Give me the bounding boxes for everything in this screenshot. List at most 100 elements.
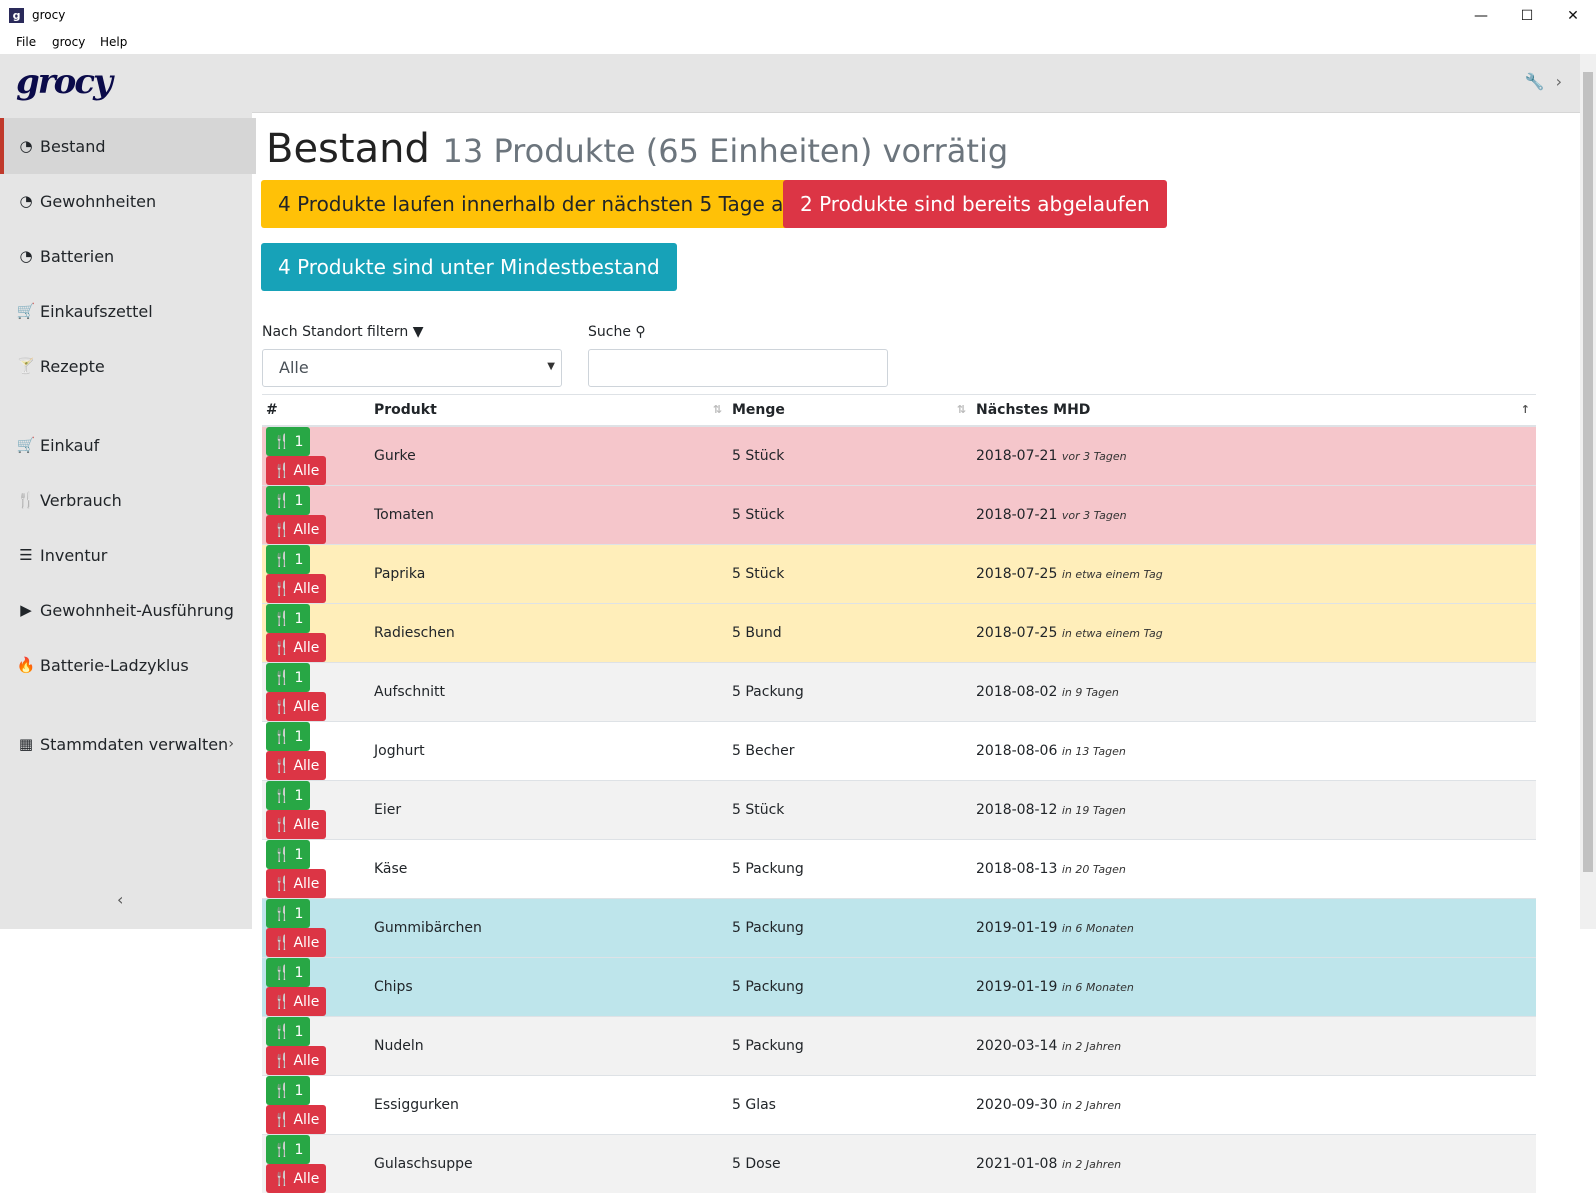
sidebar-item-label: Batterie-Ladzyklus <box>40 656 189 675</box>
table-row: 🍴1🍴AlleEier5 Stück2018-08-12 in 19 Tagen <box>262 781 1536 840</box>
column-header-amount[interactable]: Menge⇅ <box>728 395 972 427</box>
best-before-relative: in 2 Jahren <box>1062 1158 1121 1171</box>
cell-amount: 5 Becher <box>728 722 972 781</box>
utensils-icon: 🍴 <box>273 640 290 656</box>
cell-product: Gummibärchen <box>370 899 728 958</box>
expiring-products-button[interactable]: 4 Produkte laufen innerhalb der nächsten… <box>261 180 813 228</box>
minimize-button[interactable]: — <box>1458 0 1504 32</box>
search-input[interactable] <box>588 349 888 387</box>
cell-product: Essiggurken <box>370 1076 728 1135</box>
consume-one-button[interactable]: 🍴1 <box>266 1076 310 1105</box>
missing-products-button[interactable]: 4 Produkte sind unter Mindestbestand <box>261 243 677 291</box>
consume-one-button[interactable]: 🍴1 <box>266 781 310 810</box>
table-row: 🍴1🍴AlleTomaten5 Stück2018-07-21 vor 3 Ta… <box>262 486 1536 545</box>
consume-one-button[interactable]: 🍴1 <box>266 1135 310 1164</box>
consume-all-button[interactable]: 🍴Alle <box>266 692 326 721</box>
consume-all-button[interactable]: 🍴Alle <box>266 987 326 1016</box>
table-row: 🍴1🍴AlleRadieschen5 Bund2018-07-25 in etw… <box>262 604 1536 663</box>
sidebar-item-verbrauch[interactable]: 🍴 Verbrauch <box>0 472 252 528</box>
best-before-date: 2018-07-25 <box>976 625 1057 641</box>
utensils-icon: 🍴 <box>273 965 290 981</box>
location-filter-select[interactable]: Alle ▼ <box>262 349 562 387</box>
sidebar-item-bestand[interactable]: ◔ Bestand <box>0 118 256 174</box>
wrench-icon[interactable]: 🔧 <box>1525 72 1545 91</box>
best-before-relative: in 13 Tagen <box>1062 745 1126 758</box>
consume-all-button[interactable]: 🍴Alle <box>266 869 326 898</box>
sidebar-item-gewohnheiten[interactable]: ◔ Gewohnheiten <box>0 173 252 229</box>
row-actions: 🍴1🍴Alle <box>262 426 370 486</box>
sidebar-item-batterie-ladzyklus[interactable]: 🔥 Batterie-Ladzyklus <box>0 637 252 693</box>
consume-one-button[interactable]: 🍴1 <box>266 427 310 456</box>
tachometer-icon: ◔ <box>16 247 36 265</box>
consume-one-button[interactable]: 🍴1 <box>266 663 310 692</box>
best-before-date: 2018-08-13 <box>976 861 1057 877</box>
consume-all-button[interactable]: 🍴Alle <box>266 1105 326 1134</box>
utensils-icon: 🍴 <box>16 491 36 509</box>
sort-icon: ↑ <box>1521 403 1530 416</box>
best-before-relative: in 2 Jahren <box>1062 1099 1121 1112</box>
column-header-hash[interactable]: # <box>262 395 370 427</box>
scrollbar-thumb[interactable] <box>1583 72 1593 872</box>
consume-all-button[interactable]: 🍴Alle <box>266 1046 326 1075</box>
cell-product: Aufschnitt <box>370 663 728 722</box>
settings-menu[interactable]: 🔧 › <box>1525 72 1562 91</box>
cell-best-before: 2018-07-25 in etwa einem Tag <box>972 604 1536 663</box>
expired-products-button[interactable]: 2 Produkte sind bereits abgelaufen <box>783 180 1167 228</box>
consume-all-button[interactable]: 🍴Alle <box>266 515 326 544</box>
consume-one-button[interactable]: 🍴1 <box>266 958 310 987</box>
row-actions: 🍴1🍴Alle <box>262 1076 370 1135</box>
consume-one-button[interactable]: 🍴1 <box>266 604 310 633</box>
consume-one-button[interactable]: 🍴1 <box>266 722 310 751</box>
consume-one-button[interactable]: 🍴1 <box>266 486 310 515</box>
utensils-icon: 🍴 <box>273 1024 290 1040</box>
consume-all-button[interactable]: 🍴Alle <box>266 456 326 485</box>
grocy-logo[interactable]: grocy <box>16 62 111 102</box>
sidebar-item-batterien[interactable]: ◔ Batterien <box>0 228 252 284</box>
best-before-date: 2020-09-30 <box>976 1097 1057 1113</box>
cell-amount: 5 Stück <box>728 486 972 545</box>
sidebar-collapse-button[interactable]: ‹ <box>117 890 123 909</box>
consume-all-button[interactable]: 🍴Alle <box>266 633 326 662</box>
consume-one-button[interactable]: 🍴1 <box>266 899 310 928</box>
row-actions: 🍴1🍴Alle <box>262 840 370 899</box>
sidebar-item-inventur[interactable]: ☰ Inventur <box>0 527 252 583</box>
cell-amount: 5 Packung <box>728 1017 972 1076</box>
close-button[interactable]: ✕ <box>1550 0 1596 32</box>
tachometer-icon: ◔ <box>16 192 36 210</box>
best-before-relative: in 20 Tagen <box>1062 863 1126 876</box>
consume-all-button[interactable]: 🍴Alle <box>266 928 326 957</box>
sidebar-item-rezepte[interactable]: 🍸 Rezepte <box>0 338 252 394</box>
menu-help[interactable]: Help <box>100 35 127 49</box>
menu-file[interactable]: File <box>16 35 36 49</box>
stock-table: # Produkt⇅ Menge⇅ Nächstes MHD↑ 🍴1🍴AlleG… <box>262 394 1536 1193</box>
sidebar-item-einkauf[interactable]: 🛒 Einkauf <box>0 417 252 473</box>
sidebar-item-einkaufszettel[interactable]: 🛒 Einkaufszettel <box>0 283 252 339</box>
consume-one-button[interactable]: 🍴1 <box>266 1017 310 1046</box>
maximize-button[interactable]: ☐ <box>1504 0 1550 32</box>
consume-all-button[interactable]: 🍴Alle <box>266 574 326 603</box>
column-header-best-before[interactable]: Nächstes MHD↑ <box>972 395 1536 427</box>
cell-product: Paprika <box>370 545 728 604</box>
best-before-relative: in 6 Monaten <box>1062 981 1134 994</box>
sidebar-item-gewohnheit-ausfuehrung[interactable]: ▶ Gewohnheit-Ausführung <box>0 582 252 638</box>
consume-all-button[interactable]: 🍴Alle <box>266 810 326 839</box>
tachometer-icon: ◔ <box>16 137 36 155</box>
cell-best-before: 2018-08-12 in 19 Tagen <box>972 781 1536 840</box>
consume-all-button[interactable]: 🍴Alle <box>266 1164 326 1193</box>
column-header-product[interactable]: Produkt⇅ <box>370 395 728 427</box>
utensils-icon: 🍴 <box>273 876 290 892</box>
consume-one-button[interactable]: 🍴1 <box>266 840 310 869</box>
consume-all-button[interactable]: 🍴Alle <box>266 751 326 780</box>
best-before-relative: in 9 Tagen <box>1062 686 1119 699</box>
window-title: grocy <box>32 8 65 22</box>
best-before-date: 2021-01-08 <box>976 1156 1057 1172</box>
best-before-date: 2019-01-19 <box>976 979 1057 995</box>
menu-grocy[interactable]: grocy <box>52 35 85 49</box>
row-actions: 🍴1🍴Alle <box>262 722 370 781</box>
page-scrollbar[interactable] <box>1580 54 1596 929</box>
consume-one-button[interactable]: 🍴1 <box>266 545 310 574</box>
sidebar-item-stammdaten[interactable]: ▦ Stammdaten verwalten › <box>0 716 252 772</box>
cell-amount: 5 Packung <box>728 840 972 899</box>
filter-icon: ▼ <box>413 324 424 340</box>
play-icon: ▶ <box>16 601 36 619</box>
